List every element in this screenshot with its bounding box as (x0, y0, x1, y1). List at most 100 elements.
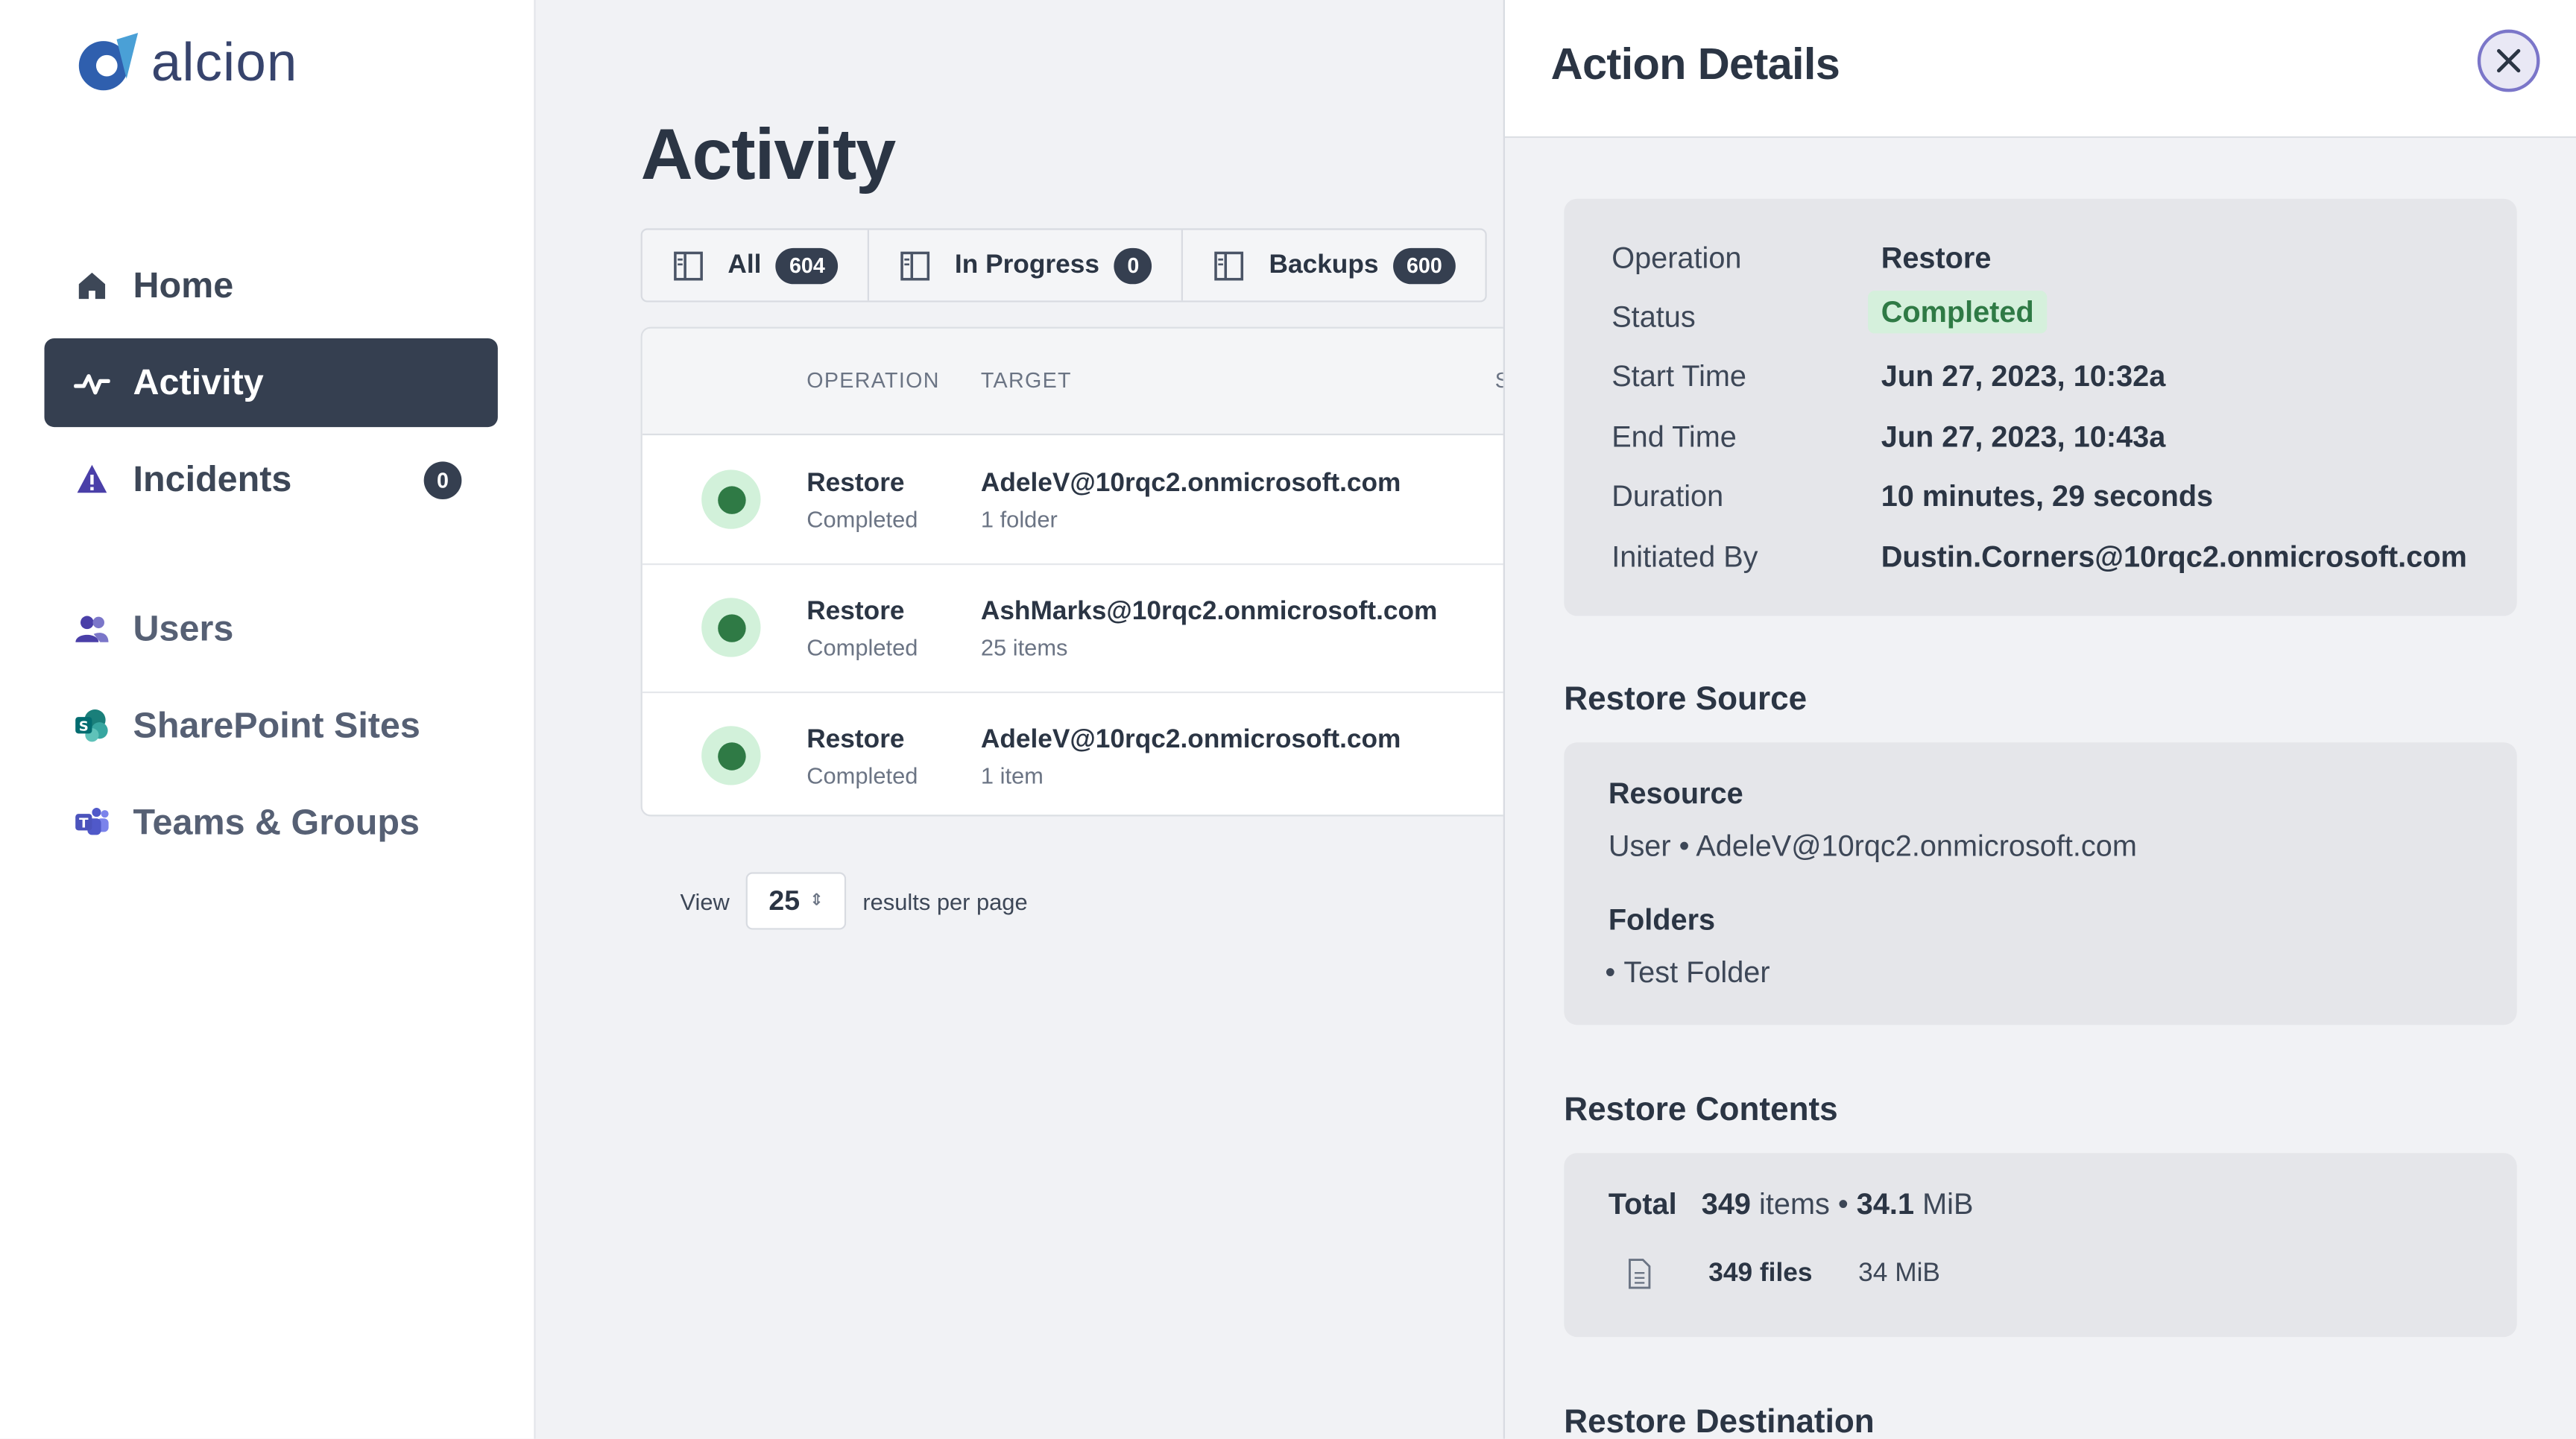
sidebar-item-teams-groups[interactable]: T Teams & Groups (45, 779, 498, 867)
row-target: AdeleV@10rqc2.onmicrosoft.com (980, 726, 1401, 754)
close-icon (2497, 48, 2521, 73)
teams-icon: T (74, 805, 110, 841)
drawer-header: Action Details (1504, 0, 2576, 139)
status-badge-text: Completed (1868, 291, 2048, 334)
tab-count-badge: 600 (1393, 247, 1456, 284)
pagination: View 25 ⇕ results per page (680, 872, 1028, 930)
pulse-icon (74, 364, 110, 400)
folders-label: Folders (1608, 903, 1716, 937)
restore-contents-title: Restore Contents (1564, 1092, 1838, 1129)
files-count: 349 files (1708, 1259, 1813, 1287)
files-size: 34 MiB (1858, 1259, 1940, 1287)
tab-all[interactable]: All 604 (643, 230, 870, 301)
column-header-operation[interactable]: OPERATION (806, 368, 940, 393)
restore-source-card: Resource User • AdeleV@10rqc2.onmicrosof… (1564, 742, 2517, 1025)
detail-key: Operation (1611, 241, 1742, 275)
svg-text:S: S (79, 718, 89, 734)
row-target-detail: 1 folder (980, 505, 1058, 533)
sidebar-item-label: Home (133, 264, 234, 306)
restore-source-title: Restore Source (1564, 681, 1808, 718)
column-header-target[interactable]: TARGET (981, 368, 1072, 393)
pager-view-label: View (680, 888, 730, 914)
tab-label: In Progress (954, 250, 1099, 279)
detail-start-time-value: Jun 27, 2023, 10:32a (1881, 359, 2166, 393)
tab-backups[interactable]: Backups 600 (1184, 230, 1485, 301)
sidebar-item-label: Incidents (133, 458, 292, 500)
detail-key: Initiated By (1611, 540, 1758, 574)
sidebar-item-users[interactable]: Users (45, 585, 498, 674)
warning-triangle-icon (74, 461, 110, 497)
tab-in-progress[interactable]: In Progress 0 (869, 230, 1184, 301)
select-arrows-icon: ⇕ (809, 891, 824, 911)
home-icon (74, 268, 110, 303)
per-page-select[interactable]: 25 ⇕ (745, 872, 847, 930)
row-target: AdeleV@10rqc2.onmicrosoft.com (980, 469, 1401, 498)
sidebar-item-label: SharePoint Sites (133, 704, 420, 746)
page-title: Activity (640, 115, 897, 196)
detail-operation-value: Restore (1881, 241, 1992, 275)
row-operation: Restore (806, 469, 905, 498)
detail-key: End Time (1611, 420, 1737, 454)
close-button[interactable] (2477, 29, 2540, 92)
alcion-logo-icon (78, 33, 139, 91)
action-details-drawer: Action Details Operation Restore Status … (1503, 0, 2576, 1439)
folder-name: Test Folder (1623, 955, 1770, 989)
sidebar-layout-icon (1215, 250, 1244, 280)
tab-label: Backups (1269, 250, 1379, 279)
sidebar-layout-icon (674, 250, 703, 280)
row-operation: Restore (806, 726, 905, 754)
row-status: Completed (806, 505, 918, 533)
sidebar-item-label: Activity (133, 361, 264, 403)
sidebar-item-home[interactable]: Home (45, 241, 498, 330)
tab-count-badge: 0 (1114, 247, 1153, 284)
status-dot-icon (701, 726, 761, 785)
sidebar-item-activity[interactable]: Activity (44, 338, 498, 428)
sidebar-item-incidents[interactable]: Incidents 0 (45, 435, 498, 524)
status-dot-icon (701, 598, 761, 657)
resource-value: User • AdeleV@10rqc2.onmicrosoft.com (1608, 829, 2137, 863)
total-items-count: 349 (1701, 1187, 1751, 1221)
row-status: Completed (806, 762, 918, 788)
total-size-value: 34.1 (1856, 1187, 1915, 1221)
tab-label: All (727, 250, 762, 279)
restore-contents-card: Total 349 items • 34.1 MiB 349 files 34 … (1564, 1153, 2517, 1338)
users-icon (74, 611, 110, 647)
row-target: AshMarks@10rqc2.onmicrosoft.com (980, 598, 1438, 626)
total-label: Total (1608, 1187, 1677, 1221)
sharepoint-icon: S (74, 708, 110, 744)
pager-suffix: results per page (862, 888, 1028, 914)
detail-initiated-by-value: Dustin.Corners@10rqc2.onmicrosoft.com (1881, 540, 2467, 574)
restore-destination-title: Restore Destination (1564, 1404, 1875, 1439)
status-badge: Completed (1868, 291, 2048, 334)
total-items-word: items (1759, 1187, 1830, 1221)
total-size-unit: MiB (1922, 1187, 1974, 1221)
folder-list-item: • Test Folder (1605, 955, 1770, 989)
sidebar-item-label: Teams & Groups (133, 801, 420, 843)
svg-text:T: T (79, 815, 89, 831)
brand-logo[interactable]: alcion (72, 30, 297, 95)
incidents-count-badge: 0 (423, 461, 462, 500)
sidebar-layout-icon (900, 250, 930, 280)
row-status: Completed (806, 633, 918, 661)
resource-label: Resource (1608, 777, 1743, 810)
row-operation: Restore (806, 598, 905, 626)
status-dot-icon (701, 469, 761, 529)
file-icon (1629, 1259, 1651, 1289)
file-type-row: 349 files 34 MiB (1626, 1258, 1940, 1289)
per-page-value: 25 (768, 884, 801, 916)
detail-key: Start Time (1611, 359, 1747, 393)
activity-filter-tabs: All 604 In Progress 0 Backups 600 (640, 228, 1487, 303)
sidebar-item-sharepoint-sites[interactable]: S SharePoint Sites (45, 682, 498, 771)
detail-key: Duration (1611, 479, 1724, 513)
contents-total: Total 349 items • 34.1 MiB (1608, 1187, 1974, 1221)
detail-duration-value: 10 minutes, 29 seconds (1881, 479, 2214, 513)
detail-end-time-value: Jun 27, 2023, 10:43a (1881, 420, 2166, 454)
detail-key: Status (1611, 300, 1696, 334)
details-card: Operation Restore Status Completed Start… (1564, 198, 2517, 616)
brand-name: alcion (151, 31, 298, 92)
sidebar: alcion Home Activity Incidents 0 Users S… (0, 0, 536, 1439)
drawer-title: Action Details (1550, 39, 1840, 89)
row-target-detail: 1 item (980, 762, 1044, 788)
sidebar-item-label: Users (133, 607, 234, 649)
tab-count-badge: 604 (776, 247, 839, 284)
